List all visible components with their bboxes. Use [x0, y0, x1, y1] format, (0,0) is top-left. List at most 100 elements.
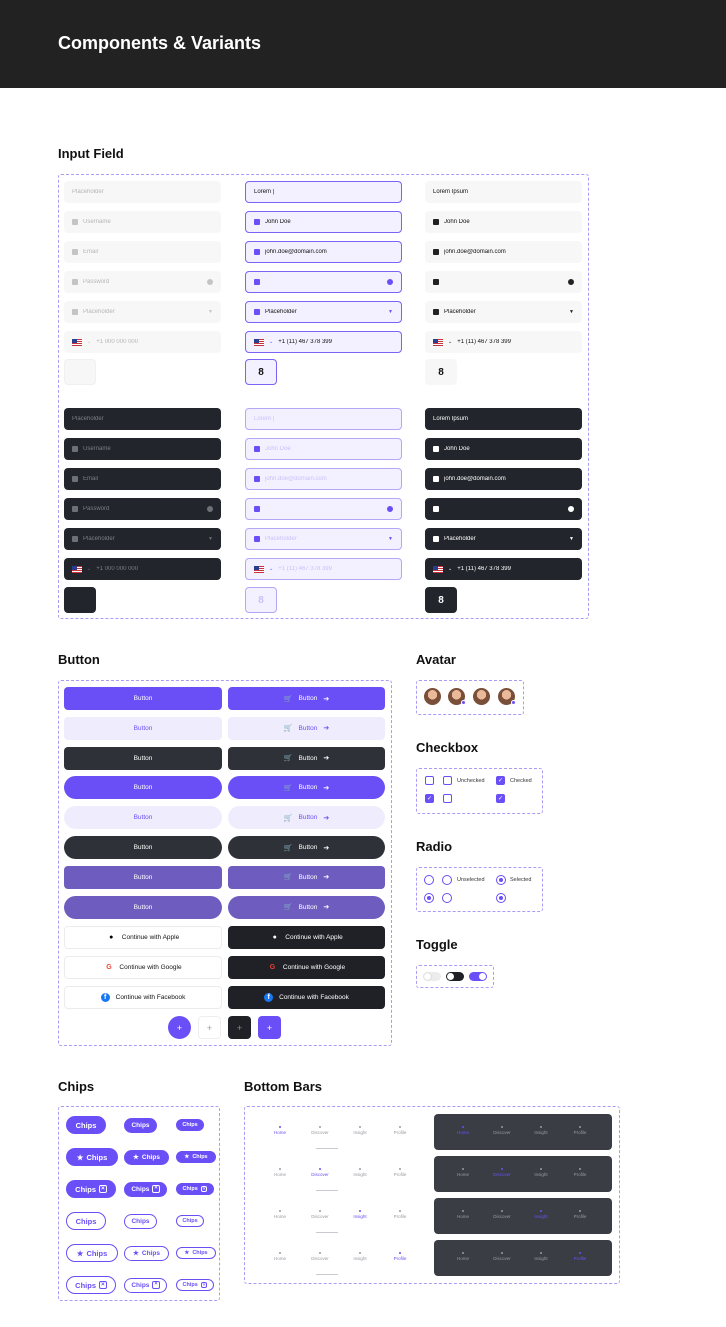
nav-item-home[interactable]: Home [448, 1252, 478, 1261]
nav-item-profile[interactable]: Profile [565, 1168, 595, 1177]
button[interactable]: Button [64, 836, 222, 859]
input-mail[interactable]: john.doe@domain.com [245, 468, 402, 490]
input-mail[interactable]: john.doe@domain.com [425, 468, 582, 490]
google-signin-button[interactable]: G Continue with Google [64, 955, 222, 979]
close-icon[interactable]: × [99, 1184, 107, 1194]
caret-down-icon[interactable]: ▼ [569, 536, 574, 542]
nav-item-home[interactable]: Home [448, 1168, 478, 1177]
nav-item-home[interactable]: Home [265, 1210, 295, 1219]
checkbox[interactable] [425, 776, 434, 785]
input-pass[interactable]: Password [64, 498, 221, 520]
input-user[interactable]: John Doe [425, 438, 582, 460]
chip[interactable]: Chips [124, 1117, 157, 1133]
toggle-dark[interactable] [446, 972, 464, 981]
caret-down-icon[interactable]: ▼ [388, 309, 393, 315]
chip[interactable]: ★ Chips [176, 1247, 216, 1259]
radio[interactable] [442, 875, 452, 885]
input-drop[interactable]: Placeholder ▼ [64, 301, 221, 323]
eye-off-icon[interactable] [387, 506, 393, 512]
chip[interactable]: Chips [124, 1213, 157, 1229]
button[interactable]: Button [64, 776, 222, 800]
otp-input[interactable] [64, 359, 96, 385]
radio[interactable] [442, 893, 452, 903]
nav-item-insight[interactable]: Insight [526, 1210, 556, 1219]
chip[interactable]: Chips [66, 1212, 106, 1230]
input-user[interactable]: Username [64, 438, 221, 460]
input-pass[interactable] [425, 498, 582, 520]
input-user[interactable]: Username [64, 211, 221, 233]
input-text[interactable]: Lorem Ipsum [425, 408, 582, 430]
close-icon[interactable]: × [152, 1185, 160, 1193]
otp-input[interactable]: 8 [245, 359, 277, 385]
nav-item-home[interactable]: Home [265, 1252, 295, 1261]
input-mail[interactable]: Email [64, 241, 221, 263]
nav-item-profile[interactable]: Profile [385, 1252, 415, 1261]
input-drop[interactable]: Placeholder ▼ [425, 301, 582, 323]
input-mail[interactable]: john.doe@domain.com [425, 241, 582, 263]
input-pass[interactable]: Password [64, 271, 221, 293]
google-signin-button[interactable]: G Continue with Google [228, 955, 385, 979]
input-phone[interactable]: ⌄ +1 000 000 000 [64, 331, 221, 353]
nav-item-home[interactable]: Home [448, 1210, 478, 1219]
toggle-off[interactable] [423, 972, 441, 981]
nav-item-discover[interactable]: Discover [487, 1168, 517, 1177]
icon-button[interactable]: + [228, 1016, 251, 1039]
nav-item-discover[interactable]: Discover [487, 1126, 517, 1135]
input-user[interactable]: John Doe [245, 438, 402, 460]
chip[interactable]: Chips × [176, 1279, 214, 1291]
nav-item-discover[interactable]: Discover [487, 1210, 517, 1219]
eye-off-icon[interactable] [568, 506, 574, 512]
button-with-icons[interactable]: 🛒 Button ➔ [228, 687, 385, 710]
eye-off-icon[interactable] [387, 279, 393, 285]
chip[interactable]: ★ Chips [66, 1148, 118, 1166]
icon-button[interactable]: + [198, 1016, 221, 1039]
chip[interactable]: Chips [176, 1119, 204, 1131]
button-with-icons[interactable]: 🛒 Button ➔ [228, 746, 385, 770]
chip[interactable]: Chips × [124, 1277, 167, 1293]
nav-item-insight[interactable]: Insight [526, 1252, 556, 1261]
icon-button[interactable]: + [168, 1016, 191, 1039]
input-phone[interactable]: ⌄ +1 000 000 000 [64, 558, 221, 580]
radio-selected[interactable] [424, 893, 434, 903]
facebook-signin-button[interactable]: f Continue with Facebook [228, 985, 385, 1009]
input-drop[interactable]: Placeholder ▼ [425, 528, 582, 550]
nav-item-insight[interactable]: Insight [526, 1126, 556, 1135]
chip[interactable]: Chips × [66, 1180, 116, 1198]
nav-item-home[interactable]: Home [265, 1168, 295, 1177]
checkbox[interactable] [443, 776, 452, 785]
nav-item-discover[interactable]: Discover [305, 1252, 335, 1261]
button-with-icons[interactable]: 🛒 Button ➔ [228, 836, 385, 859]
input-mail[interactable]: Email [64, 468, 221, 490]
input-text[interactable]: Placeholder [64, 181, 221, 203]
close-icon[interactable]: × [200, 1281, 208, 1289]
radio-selected[interactable] [496, 893, 506, 903]
caret-down-icon[interactable]: ▼ [388, 536, 393, 542]
nav-item-insight[interactable]: Insight [345, 1168, 375, 1177]
apple-signin-button[interactable]: ● Continue with Apple [64, 926, 222, 949]
input-pass[interactable] [245, 271, 402, 293]
input-mail[interactable]: john.doe@domain.com [245, 241, 402, 263]
input-pass[interactable] [425, 271, 582, 293]
close-icon[interactable]: × [200, 1185, 208, 1193]
nav-item-insight[interactable]: Insight [345, 1126, 375, 1135]
nav-item-profile[interactable]: Profile [565, 1210, 595, 1219]
input-text[interactable]: Lorem | [245, 181, 402, 203]
eye-off-icon[interactable] [568, 279, 574, 285]
nav-item-discover[interactable]: Discover [305, 1168, 335, 1177]
nav-item-profile[interactable]: Profile [385, 1210, 415, 1219]
toggle-on[interactable] [469, 972, 487, 981]
button-with-icons[interactable]: 🛒 Button ➔ [228, 806, 385, 830]
input-text[interactable]: Placeholder [64, 408, 221, 430]
chip[interactable]: ★ Chips [66, 1244, 118, 1262]
nav-item-profile[interactable]: Profile [385, 1126, 415, 1135]
button-with-icons[interactable]: 🛒 Button ➔ [228, 776, 385, 800]
input-user[interactable]: John Doe [425, 211, 582, 233]
button[interactable]: Button [64, 687, 222, 710]
input-drop[interactable]: Placeholder ▼ [245, 301, 402, 323]
otp-input[interactable]: 8 [425, 587, 457, 613]
radio-selected[interactable] [496, 875, 506, 885]
button-with-icons[interactable]: 🛒 Button ➔ [228, 865, 385, 889]
input-user[interactable]: John Doe [245, 211, 402, 233]
input-phone[interactable]: ⌄ +1 (11) 467 378 399 [425, 558, 582, 580]
nav-item-insight[interactable]: Insight [345, 1252, 375, 1261]
